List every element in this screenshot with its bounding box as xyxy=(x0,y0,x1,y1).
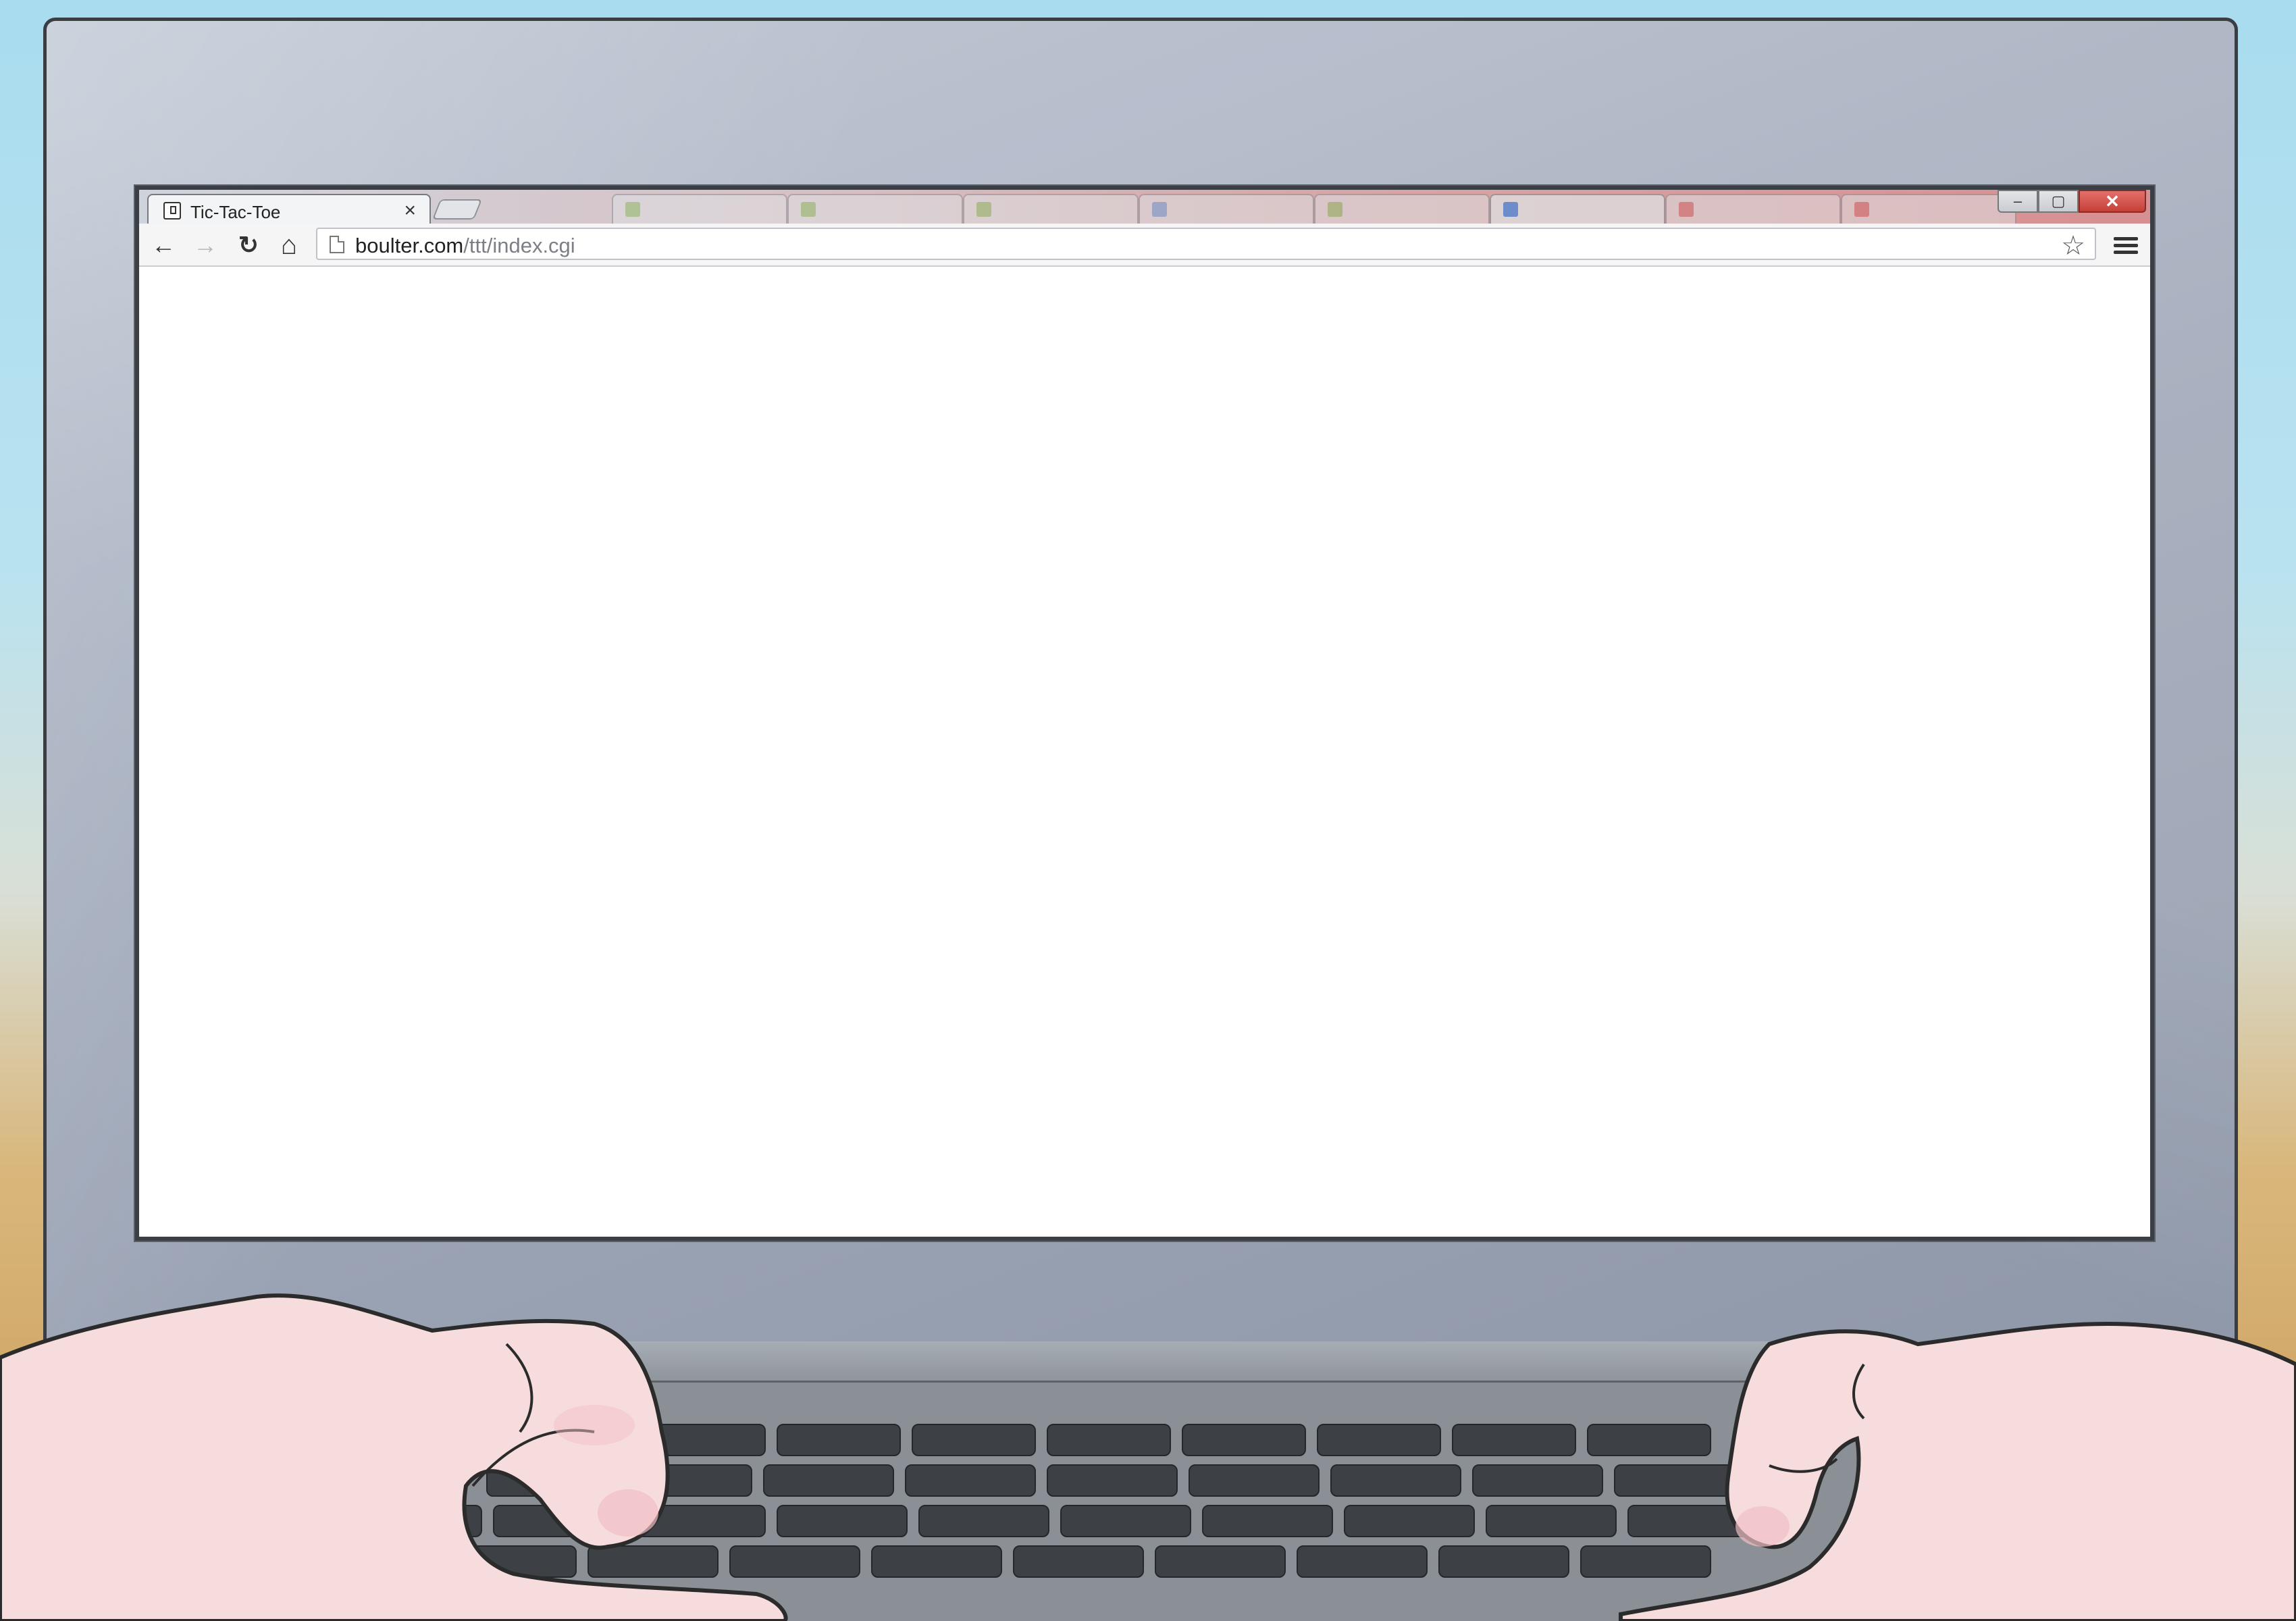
laptop-scene: Tic-Tac-Toe × – ▢ ✕ ← → ↻ ⌂ boulter.com/… xyxy=(0,0,2296,1621)
right-hand xyxy=(1619,1321,2296,1621)
menu-icon[interactable] xyxy=(2114,232,2138,259)
background-tab[interactable] xyxy=(1665,194,1841,224)
home-icon[interactable]: ⌂ xyxy=(274,230,304,260)
back-icon[interactable]: ← xyxy=(149,230,178,260)
tab-title: Tic-Tac-Toe xyxy=(190,202,281,222)
bookmark-star-icon[interactable]: ☆ xyxy=(2061,230,2085,261)
maximize-button[interactable]: ▢ xyxy=(2038,190,2079,213)
url-text[interactable]: boulter.com/ttt/index.cgi xyxy=(355,234,575,258)
browser-toolbar: ← → ↻ ⌂ boulter.com/ttt/index.cgi ☆ xyxy=(139,224,2150,267)
left-hand xyxy=(0,1293,788,1621)
window-controls: – ▢ ✕ xyxy=(1998,190,2146,217)
new-tab-icon[interactable] xyxy=(432,199,483,220)
browser-window: Tic-Tac-Toe × – ▢ ✕ ← → ↻ ⌂ boulter.com/… xyxy=(135,186,2154,1241)
background-tab[interactable] xyxy=(1314,194,1490,224)
background-tab[interactable] xyxy=(1490,194,1665,224)
url-host: boulter.com xyxy=(355,234,464,257)
page-icon xyxy=(330,236,344,253)
minimize-button[interactable]: – xyxy=(1998,190,2038,213)
forward-icon[interactable]: → xyxy=(190,230,220,260)
background-tab[interactable] xyxy=(963,194,1139,224)
page-viewport[interactable] xyxy=(139,267,2150,1237)
tab-strip: Tic-Tac-Toe × – ▢ ✕ xyxy=(139,190,2150,225)
background-tab[interactable] xyxy=(612,194,787,224)
background-tab[interactable] xyxy=(1841,194,2016,224)
reload-icon[interactable]: ↻ xyxy=(234,230,263,260)
background-tab[interactable] xyxy=(787,194,963,224)
close-tab-icon[interactable]: × xyxy=(404,199,416,222)
background-tab[interactable] xyxy=(1139,194,1314,224)
close-window-button[interactable]: ✕ xyxy=(2079,190,2146,213)
tab-tic-tac-toe[interactable]: Tic-Tac-Toe × xyxy=(147,194,431,224)
url-path: /ttt/index.cgi xyxy=(463,234,575,257)
address-bar[interactable]: boulter.com/ttt/index.cgi ☆ xyxy=(316,228,2096,261)
page-icon xyxy=(163,202,181,220)
